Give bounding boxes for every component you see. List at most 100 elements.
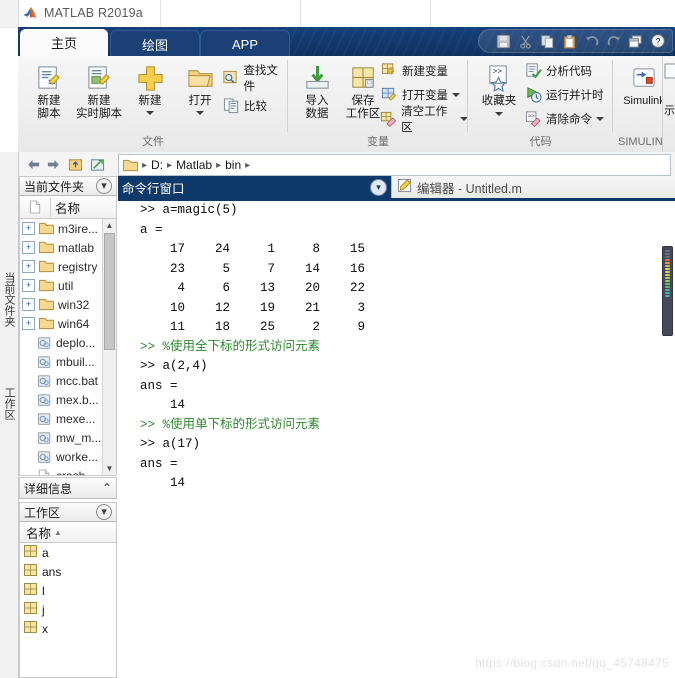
folder-icon <box>38 259 54 274</box>
file-icon <box>36 468 52 475</box>
ribbon-favorites-button[interactable]: >> 收藏夹 <box>472 60 526 116</box>
chevron-down-icon[interactable] <box>596 116 604 121</box>
current-folder-scrollbar[interactable]: ▲ ▼ <box>102 219 116 475</box>
ribbon-group-label-code: 代码 <box>529 136 552 148</box>
breadcrumb[interactable]: ▸ D: ▸ Matlab ▸ bin ▸ <box>118 154 671 176</box>
list-item[interactable]: mw_m... <box>20 428 103 447</box>
ribbon-compare-button[interactable]: 比较 <box>222 94 267 117</box>
list-item[interactable]: + util <box>20 276 103 295</box>
scroll-down-icon[interactable]: ▼ <box>103 462 116 475</box>
breadcrumb-item-bin[interactable]: bin <box>225 158 241 172</box>
ribbon: 新建 脚本 新建 实时脚本 新建 打开 查找文件 比较 文件 导入 数据 保存 … <box>18 56 675 153</box>
browse-folder-icon[interactable] <box>88 155 106 173</box>
panel-menu-button[interactable]: ▾ <box>96 504 112 520</box>
list-item[interactable]: mcc.bat <box>20 371 103 390</box>
rail-tab-workspace[interactable]: 工作区 <box>1 387 17 420</box>
ribbon-clear-commands-button[interactable]: >> 清除命令 <box>524 107 604 130</box>
editor-code-minimap[interactable] <box>662 246 673 336</box>
forward-arrow-icon[interactable] <box>44 155 62 173</box>
breadcrumb-separator: ▸ <box>216 159 222 171</box>
address-bar: ▸ D: ▸ Matlab ▸ bin ▸ <box>18 152 675 177</box>
save-icon[interactable] <box>494 32 513 51</box>
scrollbar-thumb[interactable] <box>104 233 115 350</box>
matrix-icon <box>24 583 37 598</box>
list-item[interactable]: mexe... <box>20 409 103 428</box>
list-item[interactable]: mbuil... <box>20 352 103 371</box>
list-item[interactable]: crash ... <box>20 466 103 475</box>
command-comment-line: >> %使用全下标的形式访问元素 <box>140 339 321 354</box>
copy-icon[interactable] <box>538 32 557 51</box>
chevron-up-icon[interactable]: ⌃ <box>102 481 112 495</box>
panel-menu-button[interactable]: ▾ <box>96 178 112 194</box>
matrix-row: 11 18 25 2 9 <box>140 320 366 334</box>
list-item[interactable]: + registry <box>20 257 103 276</box>
list-item[interactable]: l <box>20 581 116 600</box>
ribbon-open-button[interactable]: 打开 <box>173 60 227 115</box>
expand-icon[interactable]: + <box>22 241 35 254</box>
paste-icon[interactable] <box>560 32 579 51</box>
editor-pencil-icon <box>397 178 412 196</box>
panel-menu-button[interactable]: ▾ <box>370 178 387 196</box>
tab-apps[interactable]: APP <box>200 30 290 56</box>
list-item[interactable]: + m3ire... <box>20 219 103 238</box>
chevron-down-icon[interactable] <box>146 111 154 115</box>
variable-name: a <box>42 545 49 560</box>
ribbon-new-button[interactable]: 新建 <box>123 60 177 115</box>
ribbon-analyze-code-button[interactable]: 分析代码 <box>524 59 592 82</box>
ribbon-run-and-time-button[interactable]: 运行并计时 <box>524 83 604 106</box>
expand-icon[interactable]: + <box>22 260 35 273</box>
scroll-up-icon[interactable]: ▲ <box>103 219 116 232</box>
command-line: ans = <box>140 378 178 393</box>
details-header[interactable]: 详细信息 ⌃ <box>19 477 117 499</box>
back-arrow-icon[interactable] <box>24 155 42 173</box>
details-title: 详细信息 <box>24 481 73 496</box>
chevron-down-icon[interactable] <box>196 111 204 115</box>
expand-icon[interactable]: + <box>22 298 35 311</box>
expand-icon[interactable]: + <box>22 317 35 330</box>
workspace-variable-list[interactable]: a ans l j x <box>19 543 117 678</box>
cut-icon[interactable] <box>516 32 535 51</box>
list-item[interactable]: deplo... <box>20 333 103 352</box>
command-window-output[interactable]: >> a=magic(5) a = 17 24 1 8 15 23 5 7 14… <box>118 201 675 678</box>
current-folder-name-column[interactable]: 名称 <box>50 197 116 217</box>
sort-ascending-icon[interactable]: ▲ <box>54 528 62 537</box>
list-item[interactable]: + win32 <box>20 295 103 314</box>
rail-tab-current-folder[interactable]: 当前文件夹 <box>1 272 17 327</box>
tab-home[interactable]: 主页 <box>20 29 108 56</box>
redo-icon[interactable] <box>604 32 623 51</box>
editor-tab[interactable]: 编辑器 - Untitled.m <box>391 176 675 198</box>
list-item[interactable]: j <box>20 600 116 619</box>
up-one-level-icon[interactable] <box>66 155 84 173</box>
workspace-name-column[interactable]: 名称 <box>26 523 51 542</box>
chevron-down-icon[interactable] <box>452 92 460 97</box>
ribbon-clear-workspace-button[interactable]: 清空工作区 <box>380 106 468 134</box>
windows-icon[interactable] <box>626 32 645 51</box>
help-icon[interactable]: ? <box>648 32 667 51</box>
ribbon-new-variable-button[interactable]: 新建变量 <box>380 59 448 82</box>
breadcrumb-item-drive[interactable]: D: <box>151 158 163 172</box>
ribbon-find-files-button[interactable]: 查找文件 <box>222 65 288 93</box>
list-item[interactable]: mex.b... <box>20 390 103 409</box>
chevron-down-icon[interactable] <box>495 112 503 116</box>
current-folder-tree[interactable]: + m3ire... + matlab + registry + util + win32… <box>19 219 117 476</box>
list-item[interactable]: x <box>20 619 116 638</box>
open-variable-icon <box>380 86 398 104</box>
list-item[interactable]: a <box>20 543 116 562</box>
clear-commands-icon: >> <box>524 110 542 128</box>
expand-spacer <box>22 470 33 475</box>
workspace-column-header[interactable]: 名称 ▲ <box>19 522 117 543</box>
list-item[interactable]: worke... <box>20 447 103 466</box>
breadcrumb-item-matlab[interactable]: Matlab <box>176 158 212 172</box>
command-line: >> a(17) <box>140 437 201 451</box>
details-panel: 详细信息 ⌃ <box>19 477 117 499</box>
matrix-icon <box>24 621 37 636</box>
list-item[interactable]: + matlab <box>20 238 103 257</box>
expand-icon[interactable]: + <box>22 222 35 235</box>
tab-plots[interactable]: 绘图 <box>110 30 200 56</box>
list-item[interactable]: ans <box>20 562 116 581</box>
expand-icon[interactable]: + <box>22 279 35 292</box>
ribbon-new-live-script-button[interactable]: 新建 实时脚本 <box>72 60 126 121</box>
undo-icon[interactable] <box>582 32 601 51</box>
list-item[interactable]: + win64 <box>20 314 103 333</box>
ribbon-new-script-button[interactable]: 新建 脚本 <box>22 60 76 121</box>
